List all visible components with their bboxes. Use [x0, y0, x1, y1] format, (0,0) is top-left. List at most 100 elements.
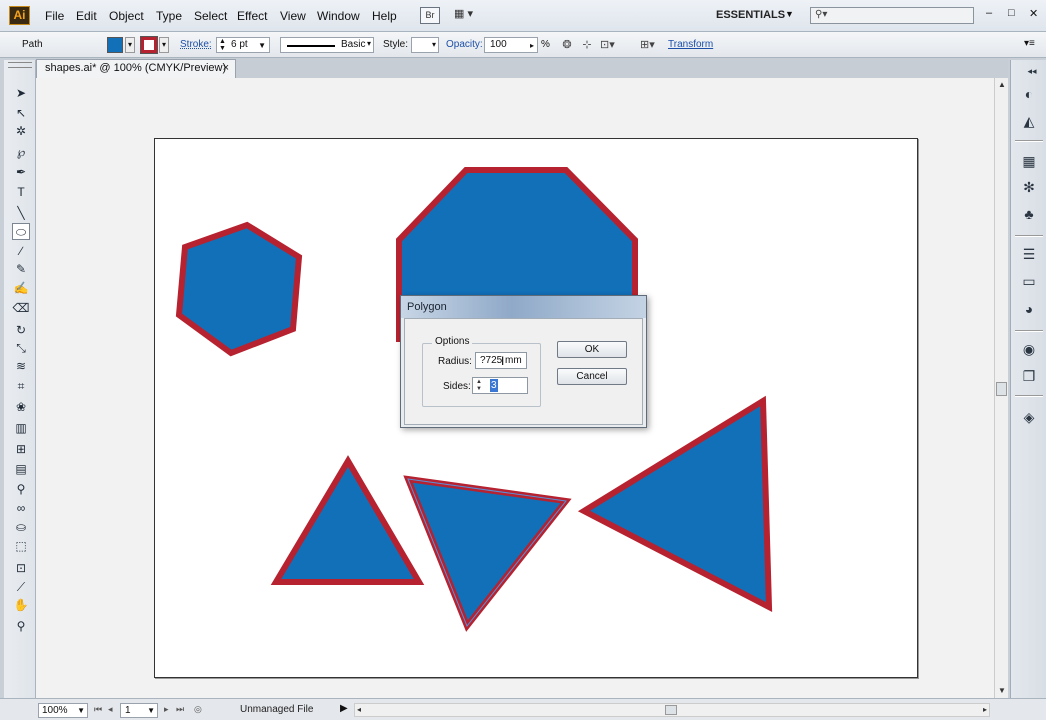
minimize-button[interactable]: – [986, 7, 992, 19]
warp-tool-icon[interactable]: ≋ [12, 358, 30, 375]
stroke-weight-field[interactable]: ▲ ▼ 6 pt ▼ [216, 37, 270, 53]
stroke-panel-icon[interactable]: ☰ [1019, 245, 1039, 263]
paintbrush-tool-icon[interactable]: ∕ [12, 243, 30, 260]
stroke-panel-link[interactable]: Stroke: [180, 39, 212, 50]
scroll-left-arrow-icon[interactable]: ◂ [357, 705, 361, 714]
vertical-scroll-thumb[interactable] [996, 382, 1007, 396]
swatches-icon[interactable]: ▦ [1019, 152, 1039, 170]
pencil-tool-icon[interactable]: ✎ [12, 261, 30, 278]
brush-definition-dropdown[interactable]: Basic ▾ [280, 37, 374, 53]
chevron-down-icon[interactable]: ▾ [367, 39, 371, 48]
last-artboard-icon[interactable]: ⏭ [176, 704, 184, 715]
triangle-shape-right[interactable] [577, 395, 773, 613]
first-artboard-icon[interactable]: ⏮ [94, 704, 102, 715]
cancel-button[interactable]: Cancel [557, 368, 627, 385]
menu-select[interactable]: Select [194, 9, 227, 23]
workspace-switcher[interactable]: ESSENTIALS [716, 9, 785, 21]
next-artboard-icon[interactable]: ▸ [164, 704, 169, 715]
scroll-up-arrow-icon[interactable]: ▲ [998, 80, 1006, 89]
blend-tool-icon[interactable]: ∞ [12, 500, 30, 517]
align-dropdown-icon[interactable]: ⊡▾ [600, 38, 615, 52]
horizontal-scrollbar[interactable]: ◂ ▸ [354, 703, 990, 717]
transparency-panel-icon[interactable]: ◕ [1019, 300, 1039, 318]
appearance-panel-icon[interactable]: ◉ [1019, 340, 1039, 358]
transform-panel-link[interactable]: Transform [668, 39, 713, 50]
selection-tool-icon[interactable]: ➤ [12, 85, 30, 102]
graphic-styles-icon[interactable]: ❐ [1019, 367, 1039, 385]
search-input[interactable]: ⚲▾ [810, 7, 974, 24]
gradient-tool-icon[interactable]: ▤ [12, 461, 30, 478]
hand-tool-icon[interactable]: ✋ [12, 597, 30, 614]
graph-tool-icon[interactable]: ▥ [12, 420, 30, 437]
menu-help[interactable]: Help [372, 9, 397, 23]
collapse-dock-icon[interactable]: ◂◂ [1025, 62, 1039, 80]
menu-type[interactable]: Type [156, 9, 182, 23]
dialog-title[interactable]: Polygon [401, 296, 646, 318]
free-transform-tool-icon[interactable]: ⌗ [12, 378, 30, 395]
sides-stepper[interactable]: ▲ ▼ 3 [472, 377, 528, 394]
status-menu-arrow-icon[interactable]: ▶ [340, 703, 348, 714]
document-tab[interactable]: shapes.ai* @ 100% (CMYK/Preview) × [36, 59, 236, 78]
close-tab-icon[interactable]: × [223, 60, 229, 77]
menu-file[interactable]: File [45, 9, 64, 23]
menu-effect[interactable]: Effect [237, 9, 267, 23]
close-button[interactable]: ✕ [1029, 7, 1038, 20]
gradient-panel-icon[interactable]: ▭ [1019, 272, 1039, 290]
blob-brush-tool-icon[interactable]: ✍ [12, 280, 30, 297]
chevron-down-icon[interactable]: ▼ [147, 704, 155, 717]
layers-panel-icon[interactable]: ◈ [1019, 408, 1039, 426]
zoom-level-field[interactable]: 100% ▼ [38, 703, 88, 718]
menu-window[interactable]: Window [317, 9, 360, 23]
color-guide-icon[interactable]: ◭ [1019, 112, 1039, 130]
brushes-icon[interactable]: ✻ [1019, 178, 1039, 196]
chevron-down-icon[interactable]: ▼ [785, 9, 794, 19]
status-options-icon[interactable]: ◎ [194, 704, 202, 715]
scroll-right-arrow-icon[interactable]: ▸ [983, 705, 987, 714]
sides-value[interactable]: 3 [490, 379, 498, 392]
mesh-tool-icon[interactable]: ⊞ [12, 441, 30, 458]
eraser-tool-icon[interactable]: ⌫ [12, 300, 30, 317]
color-panel-icon[interactable]: ◐ [1019, 85, 1039, 103]
chevron-down-icon[interactable]: ▼ [258, 39, 266, 53]
restore-button[interactable]: □ [1008, 7, 1015, 19]
menu-view[interactable]: View [280, 9, 306, 23]
line-segment-tool-icon[interactable]: ╲ [12, 205, 30, 222]
magic-wand-tool-icon[interactable]: ✲ [12, 123, 30, 140]
triangle-shape-upright[interactable] [270, 455, 425, 585]
align-icon[interactable]: ⊹ [580, 38, 594, 52]
panel-menu-icon[interactable]: ▾≡ [1024, 38, 1035, 49]
chevron-down-icon[interactable]: ▼ [77, 704, 85, 717]
symbol-sprayer-tool-icon[interactable]: ❀ [12, 399, 30, 416]
type-tool-icon[interactable]: T [12, 184, 30, 201]
opacity-field[interactable]: 100 ▸ [484, 37, 538, 53]
live-paint-bucket-tool-icon[interactable]: ⛀ [12, 519, 30, 536]
zoom-tool-icon[interactable]: ⚲ [12, 618, 30, 635]
fill-color-swatch[interactable] [107, 37, 123, 53]
scroll-down-arrow-icon[interactable]: ▼ [998, 686, 1006, 695]
ok-button[interactable]: OK [557, 341, 627, 358]
menu-object[interactable]: Object [109, 9, 144, 23]
symbols-icon[interactable]: ♣ [1019, 205, 1039, 223]
artboard-tool-icon[interactable]: ⊡ [12, 560, 30, 577]
direct-selection-tool-icon[interactable]: ↖ [12, 105, 30, 122]
triangle-shape-selected[interactable] [403, 475, 572, 632]
lasso-tool-icon[interactable]: ℘ [12, 144, 30, 161]
chevron-right-icon[interactable]: ▸ [530, 39, 534, 53]
stepper-icon[interactable]: ▲ ▼ [476, 379, 482, 393]
artboard-number-field[interactable]: 1 ▼ [120, 703, 158, 718]
pen-tool-icon[interactable]: ✒ [12, 164, 30, 181]
panel-grip[interactable] [8, 62, 32, 68]
arrange-documents-button[interactable]: ▦ ▾ [454, 7, 484, 24]
stroke-color-swatch[interactable] [140, 36, 158, 54]
eyedropper-tool-icon[interactable]: ⚲ [12, 481, 30, 498]
shape-tool-icon[interactable]: ⬭ [12, 223, 30, 240]
menu-edit[interactable]: Edit [76, 9, 97, 23]
rotate-tool-icon[interactable]: ↻ [12, 322, 30, 339]
graphic-style-dropdown[interactable]: ▾ [411, 37, 439, 53]
stroke-dropdown-arrow[interactable]: ▾ [159, 37, 169, 53]
hexagon-shape[interactable] [175, 221, 303, 357]
opacity-panel-link[interactable]: Opacity: [446, 39, 483, 50]
previous-artboard-icon[interactable]: ◂ [108, 704, 113, 715]
slice-tool-icon[interactable]: ⟋ [12, 579, 30, 596]
recolor-artwork-icon[interactable]: ❂ [560, 38, 574, 52]
